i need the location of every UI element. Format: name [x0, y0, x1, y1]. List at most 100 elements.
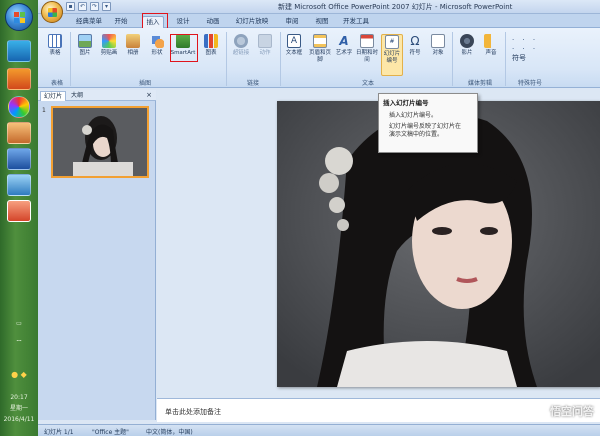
clock-weekday: 星期一 — [9, 405, 28, 412]
tooltip-title: 插入幻灯片编号 — [383, 99, 429, 107]
word-icon[interactable] — [7, 148, 31, 170]
tab-view[interactable]: 视图 — [312, 16, 332, 28]
shapes-icon — [150, 34, 164, 48]
tooltip-text: 演示文稿中的位置。 — [389, 131, 444, 138]
group-label-links: 链接 — [246, 80, 259, 87]
chart-icon — [204, 34, 218, 48]
smartart-highlight — [170, 34, 198, 62]
picture-button[interactable]: 图片 — [74, 34, 96, 57]
status-language[interactable]: 中文(简体，中国) — [146, 427, 193, 436]
windows-taskbar: ▭ ⌔ ● ◆ 20:17 星期一 2016/4/11 — [0, 0, 38, 436]
portrait-thumbnail-image — [53, 108, 147, 176]
tooltip-text: 幻灯片编号反映了幻灯片在 — [389, 123, 462, 130]
panel-tabs: 幻灯片 大纲 × — [38, 90, 156, 101]
network-icon[interactable]: ▭ — [0, 320, 38, 327]
calendar-icon — [360, 34, 374, 48]
speaker-icon — [484, 34, 498, 48]
redo-icon[interactable]: ↷ — [90, 2, 99, 11]
group-separator — [70, 32, 71, 86]
customize-qat-icon[interactable]: ▾ — [102, 2, 111, 11]
tab-animation[interactable]: 动画 — [202, 16, 224, 28]
save-icon[interactable]: ▪ — [66, 2, 75, 11]
hyperlink-button[interactable]: 超链接 — [228, 34, 254, 57]
clock-date: 2016/4/11 — [3, 416, 35, 423]
table-icon — [48, 34, 62, 48]
notes-pane[interactable]: 单击此处添加备注 — [157, 398, 600, 422]
group-label-illustrations: 插图 — [138, 80, 151, 87]
tab-home[interactable]: 开始 — [110, 16, 132, 28]
group-separator — [226, 32, 227, 86]
close-panel-icon[interactable]: × — [146, 91, 152, 99]
tab-outline[interactable]: 大纲 — [68, 91, 86, 101]
watermark: 悟空问答 — [550, 405, 594, 418]
group-separator — [452, 32, 453, 86]
group-label-text: 文本 — [361, 80, 374, 87]
office-button[interactable] — [41, 1, 63, 23]
wifi-icon[interactable]: ⌔ — [0, 338, 38, 348]
status-bar: 幻灯片 1/1 "Office 主题" 中文(简体，中国) — [38, 424, 600, 436]
textbox-icon: A — [287, 34, 301, 48]
header-footer-icon — [313, 34, 327, 48]
tab-review[interactable]: 审阅 — [282, 16, 302, 28]
explorer-icon[interactable] — [7, 174, 31, 196]
object-button[interactable]: 对象 — [427, 34, 449, 57]
table-button[interactable]: 表格 — [44, 34, 66, 57]
status-theme: "Office 主题" — [92, 429, 129, 436]
title-bar: ▪ ↶ ↷ ▾ 新建 Microsoft Office PowerPoint 2… — [38, 0, 600, 14]
slide-number-tooltip: 插入幻灯片编号 插入幻灯片编号。 幻灯片编号反映了幻灯片在 演示文稿中的位置。 — [378, 93, 478, 153]
clipart-icon — [102, 34, 116, 48]
ribbon-tabs: 经典菜单 开始 插入 设计 动画 幻灯片放映 审阅 视图 开发工具 — [38, 14, 600, 28]
slides-panel: 幻灯片 大纲 × 1 — [38, 90, 156, 420]
slide-number-button[interactable]: # 幻灯片编号 — [381, 34, 403, 76]
status-slide-count: 幻灯片 1/1 — [44, 429, 74, 436]
window-title: 新建 Microsoft Office PowerPoint 2007 幻灯片 … — [278, 3, 513, 11]
special-symbol-button[interactable]: · · · · · · 符号 — [512, 36, 552, 63]
chart-button[interactable]: 图表 — [200, 34, 222, 57]
movie-icon — [460, 34, 474, 48]
clock-time[interactable]: 20:17 — [0, 394, 38, 401]
start-button[interactable] — [5, 3, 33, 31]
datetime-button[interactable]: 日期和时间 — [355, 34, 379, 64]
textbox-button[interactable]: A 文本框 — [283, 34, 305, 57]
slide-thumbnail[interactable] — [51, 106, 149, 178]
symbol-grid-icon: · · · — [512, 36, 539, 44]
group-separator — [505, 32, 506, 86]
tab-slideshow[interactable]: 幻灯片放映 — [232, 16, 272, 28]
clipart-button[interactable]: 剪贴画 — [96, 34, 122, 57]
picture-icon — [78, 34, 92, 48]
sound-button[interactable]: 声音 — [480, 34, 502, 57]
shapes-button[interactable]: 形状 — [146, 34, 168, 57]
photo-album-icon — [126, 34, 140, 48]
photo-album-button[interactable]: 相册 — [122, 34, 144, 57]
media-player-icon[interactable] — [7, 68, 31, 90]
wordart-button[interactable]: A 艺术字 — [333, 34, 355, 57]
windows-logo-icon — [14, 12, 26, 24]
group-label-special: 特殊符号 — [517, 80, 542, 87]
color-wheel-icon[interactable] — [8, 96, 30, 118]
powerpoint-icon[interactable] — [7, 200, 31, 222]
tab-slides[interactable]: 幻灯片 — [40, 91, 67, 101]
tab-developer[interactable]: 开发工具 — [340, 16, 372, 28]
hyperlink-icon — [234, 34, 248, 48]
omega-icon: Ω — [410, 34, 420, 48]
notes-placeholder: 单击此处添加备注 — [165, 408, 221, 416]
action-button[interactable]: 动作 — [254, 34, 276, 57]
group-label-tables: 表格 — [50, 80, 63, 87]
insert-tab-highlight — [142, 13, 168, 29]
group-label-media: 媒体剪辑 — [467, 80, 492, 87]
tray-icons[interactable]: ● ◆ — [0, 370, 38, 379]
slide-number-icon: # — [385, 35, 399, 49]
group-separator — [280, 32, 281, 86]
ie-icon[interactable] — [7, 40, 31, 62]
undo-icon[interactable]: ↶ — [78, 2, 87, 11]
quick-access-toolbar: ▪ ↶ ↷ ▾ — [66, 2, 111, 11]
tab-classic-menu[interactable]: 经典菜单 — [72, 16, 106, 28]
symbol-grid-icon: · · · — [512, 45, 539, 53]
header-footer-button[interactable]: 页眉和页脚 — [307, 34, 333, 64]
symbol-button[interactable]: Ω 符号 — [405, 34, 425, 57]
qq-icon[interactable] — [7, 122, 31, 144]
movie-button[interactable]: 影片 — [456, 34, 478, 57]
slide-number-label: 1 — [42, 107, 46, 114]
tab-design[interactable]: 设计 — [172, 16, 194, 28]
wordart-icon: A — [339, 34, 349, 48]
